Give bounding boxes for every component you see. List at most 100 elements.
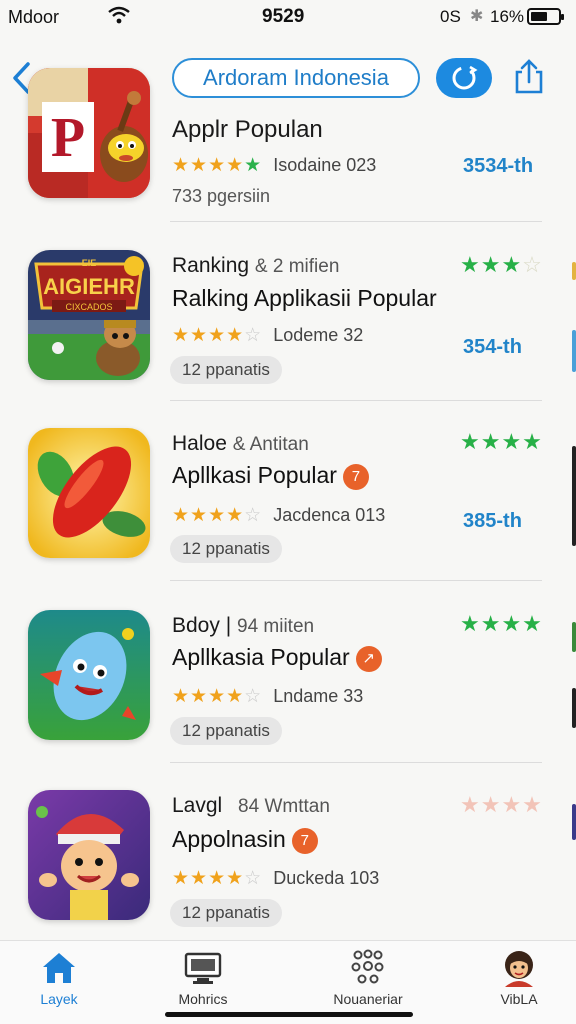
app-meta-4: Bdoy | 94 miiten: [172, 614, 314, 638]
top-stars-3: ★★★★: [460, 429, 543, 454]
app-meta-sub-2: & 2 mifien: [254, 256, 340, 277]
status-bar: Mdoor 9529 0S ✱ 16%: [0, 0, 576, 36]
app-subtitle-3: Apllkasi Popular 7: [172, 462, 369, 490]
top-stars-5: ★★★★: [460, 792, 543, 817]
dots-cluster-icon: [351, 949, 384, 984]
app-icon-5[interactable]: [28, 790, 150, 920]
rating-text-5: Duckeda 103: [273, 868, 380, 888]
badge-icon: ↗: [355, 646, 382, 672]
app-rank-3: 385-th: [463, 510, 522, 532]
app-icon-3-art: [28, 428, 150, 558]
battery-icon: [527, 8, 564, 25]
app-meta-sub-3: & Antitan: [232, 434, 309, 455]
app-row-2[interactable]: EIE AIGIEHR CIXCADOS Ranking & 2 mifien …: [0, 240, 576, 420]
tab-dots[interactable]: Nouaneriar: [313, 949, 423, 1007]
divider: [170, 762, 542, 763]
app-name-2: Ranking: [172, 254, 250, 277]
edge-mark: [572, 804, 576, 840]
app-rating-3: ★★★★☆ Jacdenca 013: [172, 504, 385, 527]
app-rating-1: ★★★★★ Isodaine 023: [172, 154, 376, 177]
monitor-icon: [184, 952, 222, 984]
app-rank-1: 3534-th: [463, 155, 534, 177]
app-rating-5: ★★★★☆ Duckeda 103: [172, 867, 379, 890]
badge-icon: 7: [291, 828, 318, 854]
tab-monitor-label: Mohrics: [178, 991, 228, 1007]
tab-profile-label: VibLA: [500, 991, 538, 1007]
tab-monitor[interactable]: Mohrics: [148, 949, 258, 1007]
battery-percent: 16%: [490, 7, 525, 26]
app-meta-sub-5: 84 Wmttan: [238, 796, 330, 817]
badge-icon: 7: [342, 464, 369, 490]
app-subtitle-1: Populan: [234, 116, 323, 143]
app-icon-5-art: [28, 790, 150, 920]
edge-mark: [572, 446, 576, 546]
app-icon-2[interactable]: EIE AIGIEHR CIXCADOS: [28, 250, 150, 380]
app-icon-1-letter: P: [51, 107, 85, 169]
app-row-5[interactable]: Lavgl 84 Wmttan Appolnasin 7 ★★★★☆ Ducked…: [0, 782, 576, 962]
divider: [170, 221, 542, 222]
app-icon-4[interactable]: [28, 610, 150, 740]
rating-stars-3: ★★★★☆: [172, 505, 263, 526]
top-stars-2: ★★★☆: [460, 252, 543, 277]
app-name-1: Applr: [172, 116, 229, 143]
app-subtitle-5-text: Appolnasin: [172, 826, 286, 852]
app-icon-2-top: EIE: [82, 258, 97, 268]
app-title-1: Applr Populan: [172, 116, 323, 144]
app-subtitle-5: Appolnasin 7: [172, 826, 318, 854]
app-icon-3[interactable]: [28, 428, 150, 558]
app-subtitle-3-text: Apllkasi Popular: [172, 462, 337, 488]
app-icon-4-art: [28, 610, 150, 740]
clock: 9529: [262, 6, 305, 27]
rating-stars-4: ★★★★☆: [172, 686, 263, 707]
app-rating-4: ★★★★☆ Lndame 33: [172, 685, 363, 708]
app-meta-5: Lavgl 84 Wmttan: [172, 794, 330, 818]
app-name-3: Haloe: [172, 432, 227, 455]
avatar-icon: [505, 951, 533, 987]
app-subtitle-4: Apllkasia Popular ↗: [172, 644, 382, 672]
app-icon-1-art: P: [28, 68, 150, 198]
divider: [170, 580, 542, 581]
status-right-label: 0S: [440, 7, 461, 26]
carrier-label: Mdoor: [8, 7, 60, 27]
app-meta-2: Ranking & 2 mifien: [172, 254, 339, 278]
tab-dots-label: Nouaneriar: [333, 991, 403, 1007]
rating-text-1: Isodaine 023: [273, 155, 377, 175]
app-chip-3[interactable]: 12 ppanatis: [170, 535, 282, 563]
home-indicator: [165, 1012, 413, 1017]
app-row-4[interactable]: Bdoy | 94 miiten Apllkasia Popular ↗ ★★★★…: [0, 600, 576, 780]
top-stars-4: ★★★★: [460, 611, 543, 636]
app-row-1[interactable]: P Applr Populan ★★★★★ Isodaine 023 733 p…: [0, 62, 576, 242]
app-icon-2-art: EIE AIGIEHR CIXCADOS: [28, 250, 150, 380]
app-name-4: Bdoy |: [172, 614, 232, 637]
app-icon-2-title: AIGIEHR: [43, 274, 135, 299]
app-row-3[interactable]: Haloe & Antitan Apllkasi Popular 7 ★★★★☆ …: [0, 420, 576, 600]
bluetooth-icon: ✱: [470, 8, 484, 25]
app-icon-2-banner: CIXCADOS: [65, 302, 112, 312]
app-rank-2: 354-th: [463, 336, 522, 358]
app-name-5: Lavgl: [172, 794, 223, 817]
app-chip-4[interactable]: 12 ppanatis: [170, 717, 282, 745]
edge-mark: [572, 330, 576, 372]
tab-profile[interactable]: VibLA: [464, 949, 574, 1007]
app-meta-sub-4: 94 miiten: [237, 616, 315, 637]
app-subtitle-4-text: Apllkasia Popular: [172, 644, 350, 670]
divider: [170, 400, 542, 401]
app-subtitle-2: Ralking Applikasii Popular: [172, 285, 437, 311]
rating-stars-2: ★★★★☆: [172, 325, 263, 346]
app-extra-1: 733 pgersiin: [172, 186, 271, 206]
edge-mark: [572, 262, 576, 280]
edge-mark: [572, 622, 576, 652]
app-icon-1[interactable]: P: [28, 68, 150, 198]
app-rating-2: ★★★★☆ Lodeme 32: [172, 324, 363, 347]
app-meta-3: Haloe & Antitan: [172, 432, 309, 456]
app-chip-5[interactable]: 12 ppanatis: [170, 899, 282, 927]
edge-mark: [572, 688, 576, 728]
home-icon: [43, 953, 75, 983]
rating-stars-1: ★★★★★: [172, 155, 263, 176]
wifi-icon: [108, 6, 130, 24]
tab-home[interactable]: Layek: [4, 949, 114, 1007]
rating-text-4: Lndame 33: [273, 686, 364, 706]
rating-text-2: Lodeme 32: [273, 325, 364, 345]
app-chip-2[interactable]: 12 ppanatis: [170, 356, 282, 384]
rating-stars-5: ★★★★☆: [172, 868, 263, 889]
